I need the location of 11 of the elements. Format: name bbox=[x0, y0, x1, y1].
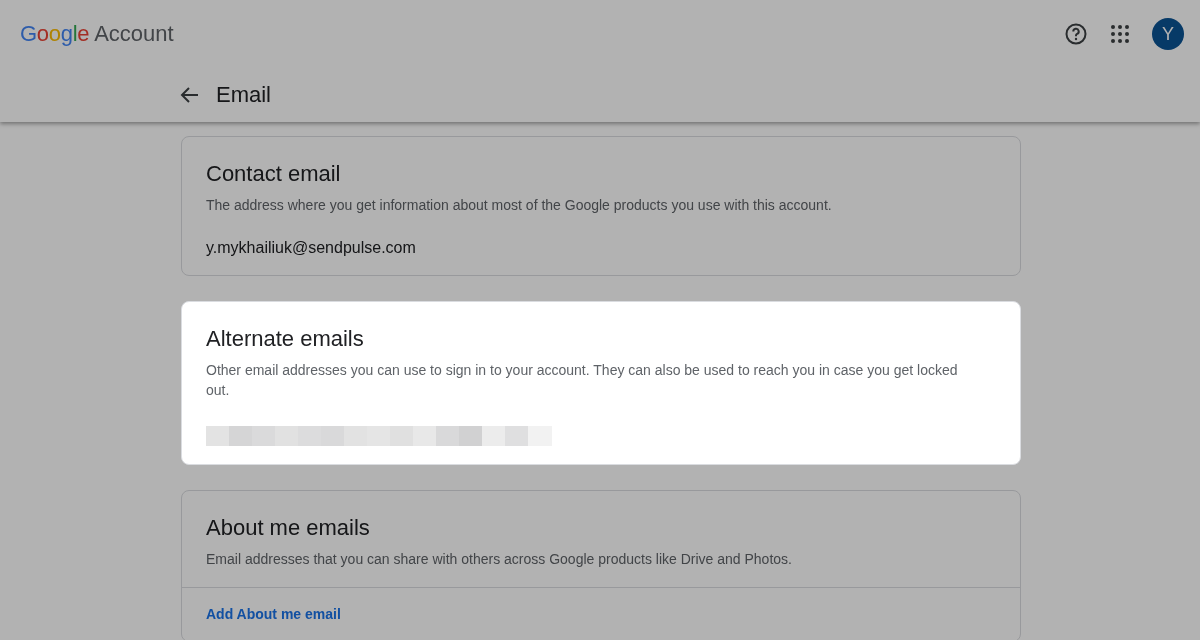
card-description: Other email addresses you can use to sign in to your account. They can also be used to reach you in case you get locked out. bbox=[206, 361, 959, 400]
card-title: Contact email bbox=[206, 161, 342, 187]
google-account-logo[interactable]: Google Account bbox=[20, 21, 174, 47]
email-address: y.mykhailiuk@sendpulse.com bbox=[206, 239, 417, 257]
card-title: Alternate emails bbox=[206, 326, 365, 352]
card-title: About me emails bbox=[206, 515, 371, 541]
account-avatar[interactable]: Y bbox=[1152, 18, 1184, 50]
card-description: The address where you get information about most of the Google products you use with this account. bbox=[206, 196, 833, 215]
add-email-link[interactable]: Add About me email bbox=[206, 606, 341, 622]
card-description: Email addresses that you can share with others across Google products like Drive and Photos. bbox=[206, 550, 793, 569]
page-title: Email bbox=[216, 82, 271, 108]
